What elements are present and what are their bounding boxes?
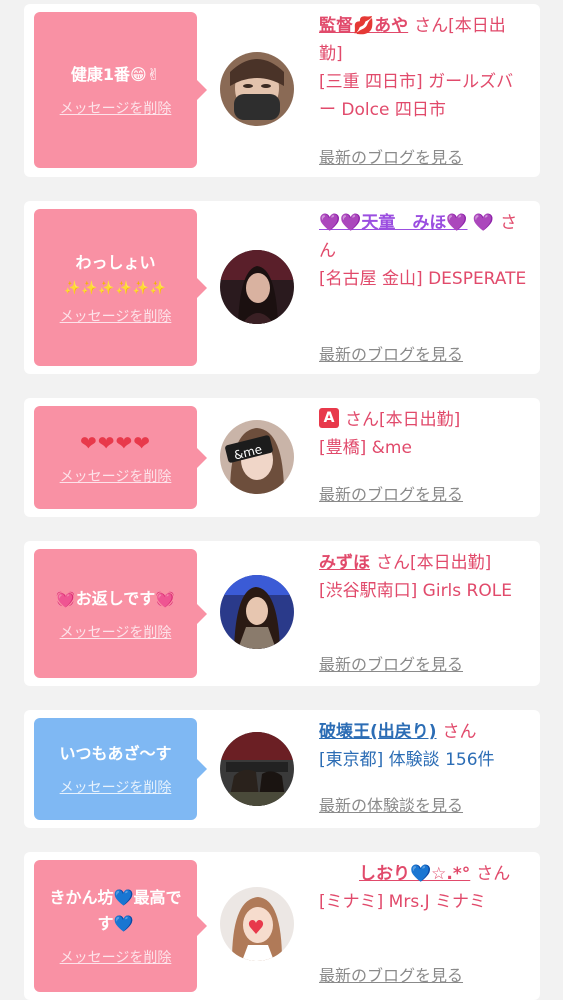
avatar[interactable]	[220, 732, 294, 806]
delete-message-link[interactable]: メッセージを削除	[60, 306, 172, 326]
message-bubble: わっしょい ✨✨✨✨✨✨ メッセージを削除	[34, 209, 207, 366]
message-text: いつもあざ〜す	[59, 744, 172, 763]
message-text: ❤❤❤❤	[79, 430, 152, 455]
message-card: いつもあざ〜す メッセージを削除 破壊王(出戻り) さん [東京都] 体験談 15…	[24, 710, 540, 828]
sender-info: 💜💜天童 みほ💜 💜 さん [名古屋 金山] DESPERATE	[319, 209, 529, 293]
shop-link[interactable]: [三重 四日市] ガールズバー Dolce 四日市	[319, 68, 529, 124]
honorific: さん	[345, 410, 379, 430]
sender-info: みずほ さん[本日出勤] [渋谷駅南口] Girls ROLE	[319, 549, 529, 605]
delete-message-link[interactable]: メッセージを削除	[60, 466, 172, 486]
shop-link[interactable]: [東京都] 体験談 156件	[319, 746, 529, 774]
sender-name-link[interactable]: 破壊王(出戻り)	[319, 722, 437, 742]
latest-blog-link[interactable]: 最新のブログを見る	[319, 144, 463, 168]
message-bubble: きかん坊💙最高です💙 メッセージを削除	[34, 860, 207, 992]
heart-icon: 💜	[472, 213, 495, 233]
message-bubble: いつもあざ〜す メッセージを削除	[34, 718, 207, 820]
message-card: きかん坊💙最高です💙 メッセージを削除 しおり💙☆.*° さん [ミナミ] Mrs…	[24, 852, 540, 1000]
message-text: わっしょい	[75, 252, 156, 272]
avatar[interactable]	[220, 52, 294, 126]
sender-info: 監督💋あや さん[本日出勤] [三重 四日市] ガールズバー Dolce 四日市	[319, 12, 529, 124]
sender-info: 破壊王(出戻り) さん [東京都] 体験談 156件	[319, 718, 529, 774]
shop-link[interactable]: [豊橋] &me	[319, 434, 529, 462]
message-card: 💓お返しです💓 メッセージを削除 みずほ さん[本日出勤] [渋谷駅南口] Gir…	[24, 541, 540, 686]
sender-name-link[interactable]: みずほ	[319, 553, 370, 573]
message-text: きかん坊💙最高です💙	[49, 888, 182, 933]
shop-link[interactable]: [渋谷駅南口] Girls ROLE	[319, 577, 529, 605]
sender-name-link[interactable]: 監督💋あや	[319, 16, 408, 36]
work-status: [本日出勤]	[379, 410, 461, 430]
avatar[interactable]	[220, 250, 294, 324]
message-card: 健康1番😁✌ メッセージを削除 監督💋あや さん[本日出勤] [三重 四日市] ガ…	[24, 4, 540, 177]
delete-message-link[interactable]: メッセージを削除	[60, 98, 172, 118]
delete-message-link[interactable]: メッセージを削除	[60, 777, 172, 797]
latest-review-link[interactable]: 最新の体験談を見る	[319, 792, 463, 816]
latest-blog-link[interactable]: 最新のブログを見る	[319, 341, 463, 365]
heart-icon: 💓	[55, 588, 76, 608]
latest-blog-link[interactable]: 最新のブログを見る	[319, 962, 463, 986]
message-bubble: 健康1番😁✌ メッセージを削除	[34, 12, 207, 168]
alphabet-a-icon: A	[319, 408, 339, 428]
delete-message-link[interactable]: メッセージを削除	[60, 622, 172, 642]
latest-blog-link[interactable]: 最新のブログを見る	[319, 651, 463, 675]
honorific: さん	[414, 16, 449, 36]
delete-message-link[interactable]: メッセージを削除	[60, 947, 172, 967]
honorific: さん	[476, 864, 511, 884]
message-feed: 健康1番😁✌ メッセージを削除 監督💋あや さん[本日出勤] [三重 四日市] ガ…	[0, 0, 563, 1000]
message-card: ❤❤❤❤ メッセージを削除 &me A さん[本日出勤] [豊橋] &me 最新の…	[24, 398, 540, 517]
avatar[interactable]	[220, 887, 294, 961]
sender-info: A さん[本日出勤] [豊橋] &me	[319, 406, 529, 462]
sender-name-link[interactable]: 💜💜天童 みほ💜	[319, 213, 468, 233]
message-bubble: ❤❤❤❤ メッセージを削除	[34, 406, 207, 509]
latest-blog-link[interactable]: 最新のブログを見る	[319, 481, 463, 505]
message-text: 💓お返しです💓	[55, 588, 176, 608]
shop-link[interactable]: [ミナミ] Mrs.J ミナミ	[319, 888, 529, 916]
shop-link[interactable]: [名古屋 金山] DESPERATE	[319, 265, 529, 293]
message-bubble: 💓お返しです💓 メッセージを削除	[34, 549, 207, 678]
honorific: さん	[376, 553, 410, 573]
sender-name-link[interactable]: しおり💙☆.*°	[319, 864, 470, 884]
work-status: [本日出勤]	[410, 553, 492, 573]
avatar[interactable]: &me	[220, 420, 294, 494]
message-text: 健康1番😁✌	[70, 65, 161, 84]
heart-icon: 💓	[155, 588, 176, 608]
sparkle-icon: ✨✨✨✨✨✨	[63, 280, 168, 296]
honorific: さん	[442, 722, 477, 742]
message-card: わっしょい ✨✨✨✨✨✨ メッセージを削除 💜💜天童 みほ💜 💜 さん [名古屋 …	[24, 201, 540, 374]
sender-info: しおり💙☆.*° さん [ミナミ] Mrs.J ミナミ	[319, 860, 529, 916]
avatar[interactable]	[220, 575, 294, 649]
